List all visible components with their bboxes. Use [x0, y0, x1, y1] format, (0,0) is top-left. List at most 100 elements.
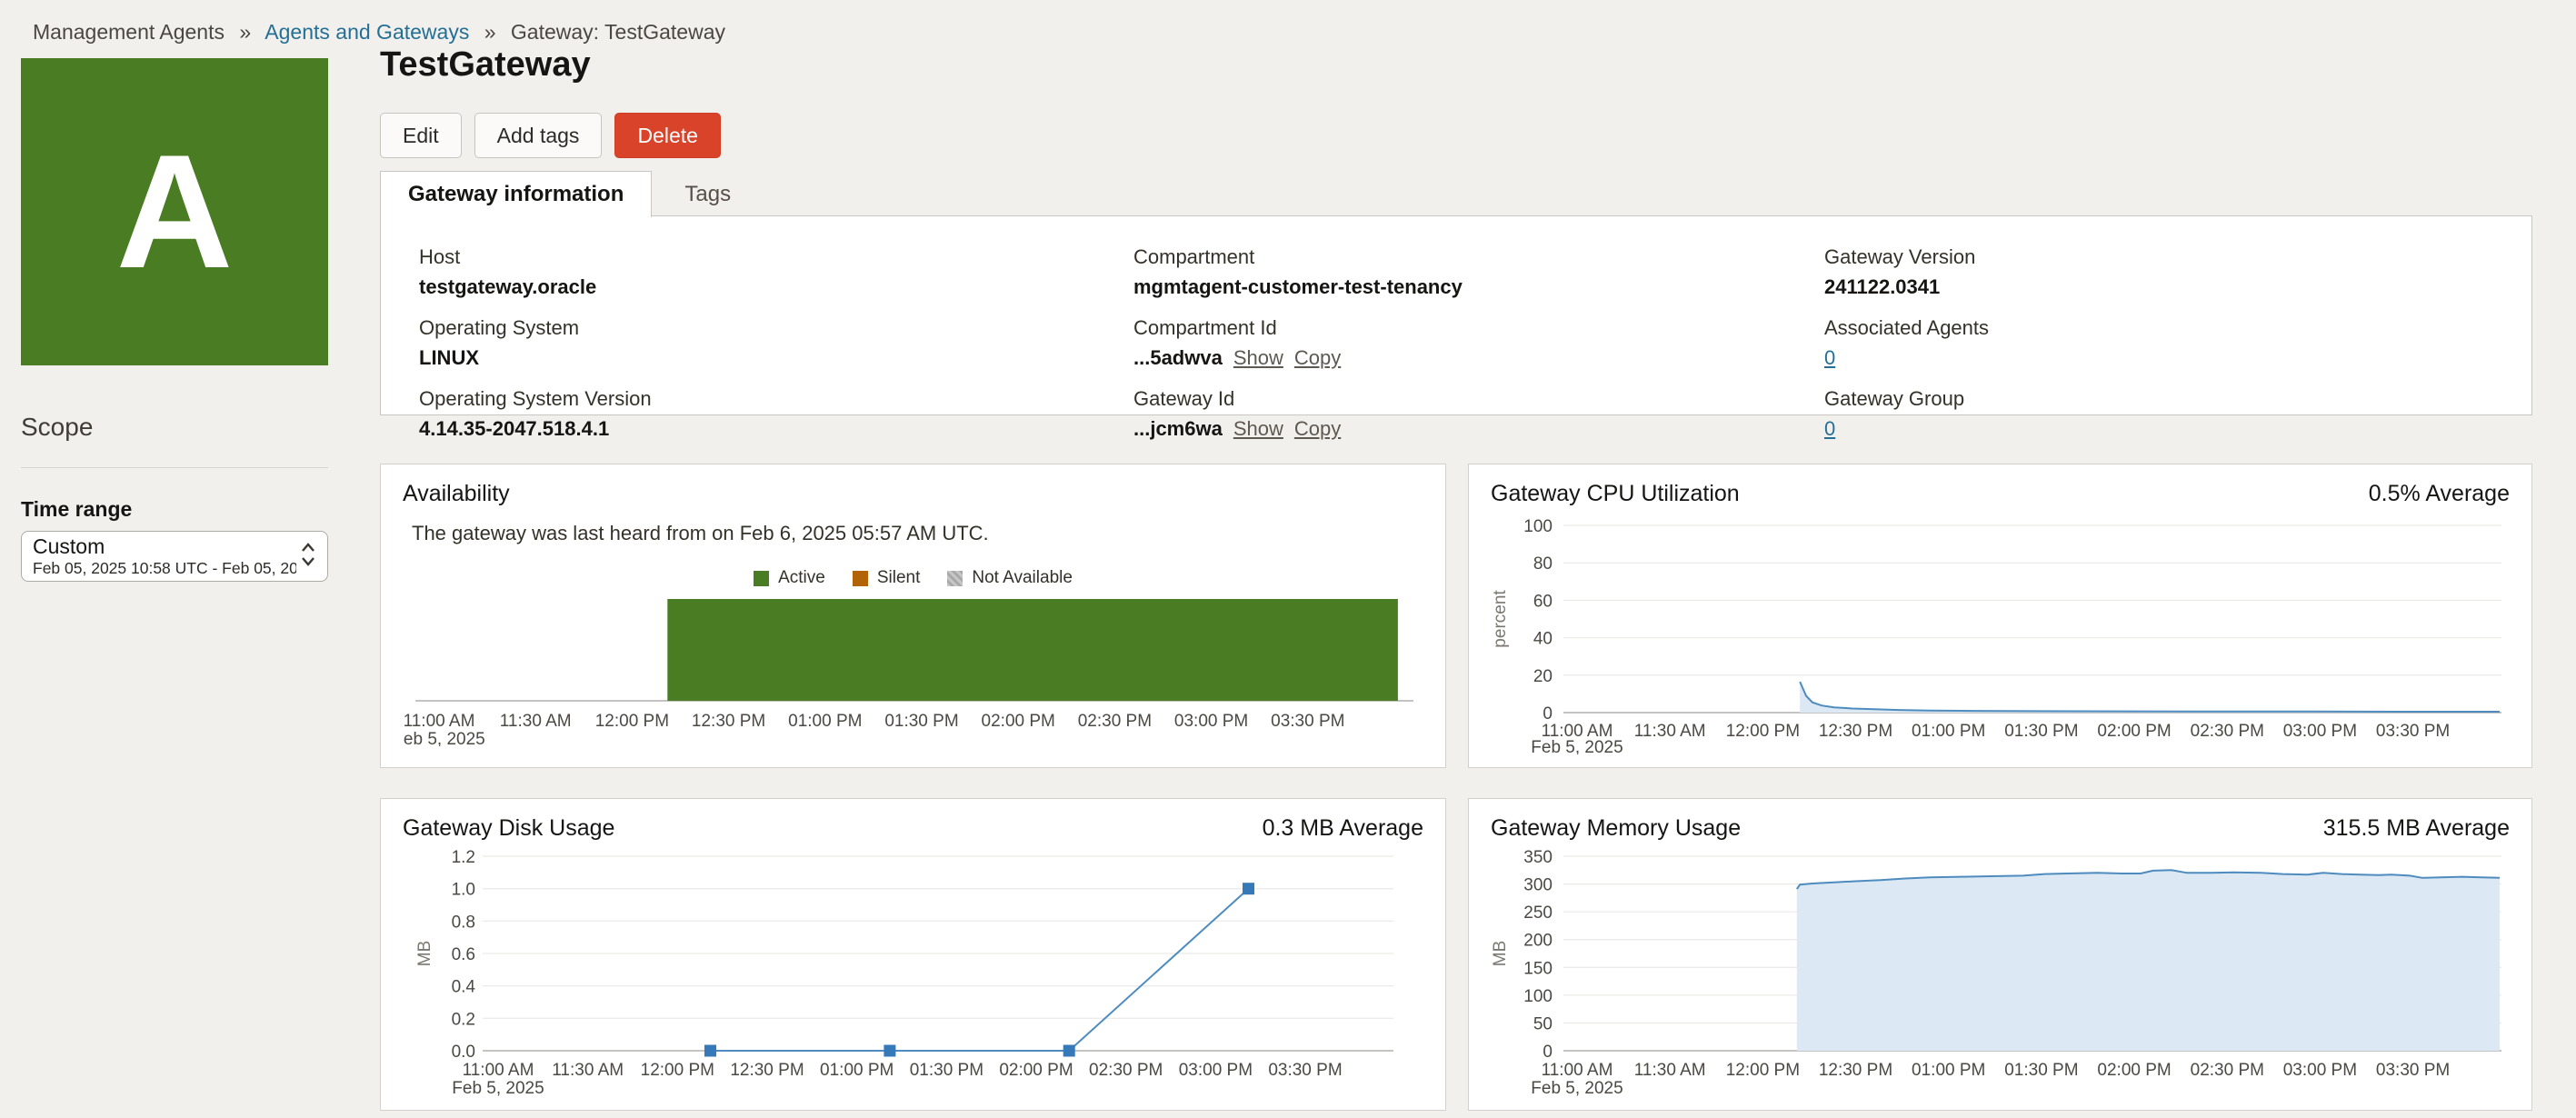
cpu-average-value: 0.5% Average [2369, 481, 2510, 507]
svg-text:03:30 PM: 03:30 PM [1268, 1061, 1342, 1080]
info-column-3: Gateway Version 241122.0341 Associated A… [1824, 245, 2493, 441]
field-compartment-id: Compartment Id ...5adwvaShowCopy [1133, 316, 1824, 370]
field-value: 241122.0341 [1824, 275, 2493, 299]
svg-text:02:30 PM: 02:30 PM [1089, 1061, 1163, 1080]
associated-agents-link[interactable]: 0 [1824, 346, 1835, 369]
legend-swatch [853, 571, 868, 586]
tab-tags[interactable]: Tags [652, 172, 764, 217]
svg-text:02:30 PM: 02:30 PM [2191, 1061, 2264, 1080]
sidebar-divider [21, 467, 328, 468]
svg-text:01:00 PM: 01:00 PM [1912, 1061, 1985, 1080]
field-operating-system-version: Operating System Version 4.14.35-2047.51… [419, 387, 1133, 441]
card-header: Gateway Disk Usage 0.3 MB Average [403, 815, 1423, 842]
legend-item: Not Available [947, 568, 1073, 588]
svg-text:12:30 PM: 12:30 PM [1819, 722, 1892, 741]
legend-item: Active [754, 568, 825, 588]
disk-usage-card: Gateway Disk Usage 0.3 MB Average 0.0 0.2… [380, 798, 1446, 1111]
breadcrumb-item-gateway: Gateway: TestGateway [511, 20, 725, 44]
time-range-value: Custom [33, 534, 296, 558]
svg-text:03:30 PM: 03:30 PM [1271, 712, 1344, 731]
svg-text:02:30 PM: 02:30 PM [1078, 712, 1152, 731]
disk-chart: 0.00.20.40.60.81.01.2MB11:00 AM11:30 AM1… [403, 842, 1423, 1103]
breadcrumb-link-agents-and-gateways[interactable]: Agents and Gateways [265, 20, 469, 44]
svg-text:250: 250 [1523, 903, 1553, 923]
svg-text:MB: MB [415, 941, 434, 967]
card-header: Availability [403, 481, 1423, 507]
svg-text:12:30 PM: 12:30 PM [1819, 1061, 1892, 1080]
time-range-label: Time range [21, 497, 328, 522]
field-operating-system: Operating System LINUX [419, 316, 1133, 370]
field-label: Host [419, 245, 1133, 269]
availability-chart: 11:00 AM11:30 AM12:00 PM12:30 PM01:00 PM… [403, 594, 1423, 751]
field-associated-agents: Associated Agents 0 [1824, 316, 2493, 370]
field-value: mgmtagent-customer-test-tenancy [1133, 275, 1824, 299]
svg-text:02:00 PM: 02:00 PM [2097, 1061, 2171, 1080]
legend-label: Not Available [972, 568, 1073, 588]
svg-text:03:30 PM: 03:30 PM [2376, 1061, 2450, 1080]
svg-text:11:00 AM: 11:00 AM [1542, 1061, 1613, 1080]
gateway-group-link[interactable]: 0 [1824, 417, 1835, 440]
delete-button[interactable]: Delete [614, 113, 720, 158]
svg-text:02:00 PM: 02:00 PM [999, 1061, 1073, 1080]
svg-text:20: 20 [1533, 667, 1553, 686]
field-label: Compartment Id [1133, 316, 1824, 340]
field-value: 0 [1824, 417, 2493, 441]
svg-text:12:00 PM: 12:00 PM [1726, 722, 1800, 741]
gateway-information-panel: Host testgateway.oracle Operating System… [380, 215, 2532, 415]
field-value: LINUX [419, 346, 1133, 370]
show-link[interactable]: Show [1233, 417, 1283, 440]
sidebar: A Scope Time range Custom Feb 05, 2025 1… [21, 58, 328, 582]
gateway-details-page: { "breadcrumb": { "separator": "\u00bb",… [0, 0, 2576, 1118]
truncated-ocid: ...jcm6wa [1133, 417, 1223, 440]
field-host: Host testgateway.oracle [419, 245, 1133, 299]
svg-text:11:00 AM: 11:00 AM [404, 712, 475, 731]
svg-text:40: 40 [1533, 630, 1553, 649]
svg-text:MB: MB [1491, 941, 1510, 967]
breadcrumb-item-management-agents: Management Agents [33, 20, 225, 44]
field-label: Compartment [1133, 245, 1824, 269]
avatar-letter: A [116, 131, 234, 293]
field-gateway-id: Gateway Id ...jcm6waShowCopy [1133, 387, 1824, 441]
field-value: ...jcm6wa Show Copy [1133, 417, 1824, 441]
card-header: Gateway Memory Usage 315.5 MB Average [1491, 815, 2510, 842]
add-tags-button[interactable]: Add tags [474, 113, 603, 158]
svg-text:12:30 PM: 12:30 PM [692, 712, 765, 731]
field-value: 0 [1824, 346, 2493, 370]
svg-text:Feb 5, 2025: Feb 5, 2025 [1531, 1079, 1622, 1098]
show-link[interactable]: Show [1233, 346, 1283, 369]
breadcrumb: Management Agents » Agents and Gateways … [33, 20, 725, 45]
copy-link[interactable]: Copy [1294, 346, 1341, 369]
svg-text:11:30 AM: 11:30 AM [1634, 722, 1706, 741]
svg-text:0.0: 0.0 [452, 1043, 475, 1062]
tab-bar: Gateway information Tags [380, 171, 764, 217]
svg-text:12:00 PM: 12:00 PM [1726, 1061, 1800, 1080]
edit-button[interactable]: Edit [380, 113, 462, 158]
svg-text:03:00 PM: 03:00 PM [2283, 1061, 2357, 1080]
svg-text:03:00 PM: 03:00 PM [1174, 712, 1248, 731]
select-spinner-icon [300, 540, 316, 574]
memory-usage-card: Gateway Memory Usage 315.5 MB Average 05… [1468, 798, 2532, 1111]
info-column-1: Host testgateway.oracle Operating System… [419, 245, 1133, 441]
svg-text:60: 60 [1533, 592, 1553, 611]
availability-card: Availability The gateway was last heard … [380, 464, 1446, 768]
time-range-select[interactable]: Custom Feb 05, 2025 10:58 UTC - Feb 05, … [21, 531, 328, 582]
field-label: Associated Agents [1824, 316, 2493, 340]
field-value: ...5adwvaShowCopy [1133, 346, 1824, 370]
svg-text:0.4: 0.4 [452, 978, 476, 997]
action-buttons: Edit Add tags Delete [380, 113, 721, 158]
memory-average-value: 315.5 MB Average [2323, 815, 2510, 842]
svg-text:0: 0 [1543, 704, 1553, 724]
svg-text:0.2: 0.2 [452, 1010, 475, 1029]
svg-text:1.0: 1.0 [452, 881, 475, 900]
tab-gateway-information[interactable]: Gateway information [380, 171, 652, 217]
svg-text:350: 350 [1523, 848, 1553, 867]
svg-text:0.8: 0.8 [452, 913, 475, 932]
svg-text:percent: percent [1491, 590, 1510, 648]
field-compartment: Compartment mgmtagent-customer-test-tena… [1133, 245, 1824, 299]
field-gateway-group: Gateway Group 0 [1824, 387, 2493, 441]
copy-link[interactable]: Copy [1294, 417, 1341, 440]
field-label: Gateway Group [1824, 387, 2493, 411]
svg-text:50: 50 [1533, 1014, 1553, 1033]
svg-text:1.2: 1.2 [452, 848, 475, 867]
svg-text:Feb 5, 2025: Feb 5, 2025 [1531, 738, 1622, 754]
